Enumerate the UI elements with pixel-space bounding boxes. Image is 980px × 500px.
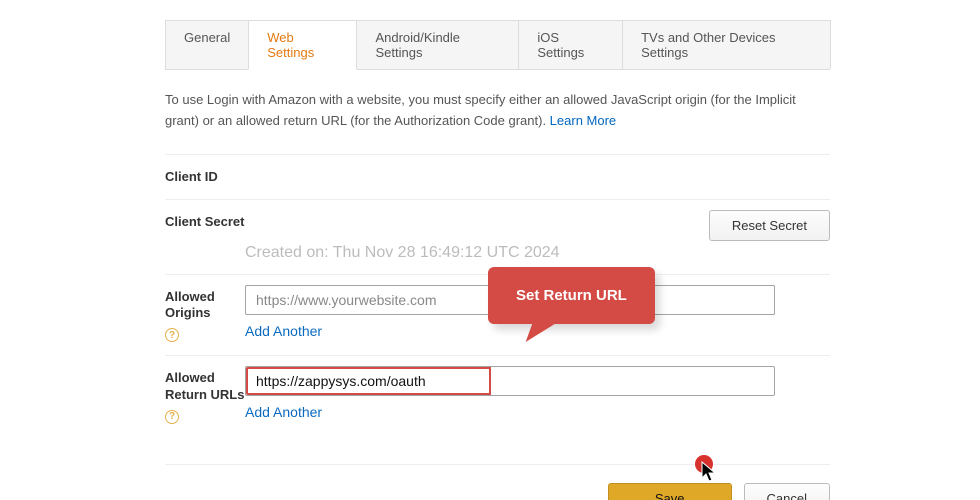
allowed-return-urls-add-another[interactable]: Add Another <box>245 404 830 420</box>
row-allowed-return-urls: Allowed Return URLs ? Add Another <box>165 355 830 436</box>
tab-ios[interactable]: iOS Settings <box>518 20 623 69</box>
tab-general[interactable]: General <box>165 20 249 69</box>
tab-tvs-other[interactable]: TVs and Other Devices Settings <box>622 20 831 69</box>
tab-android-kindle[interactable]: Android/Kindle Settings <box>356 20 519 69</box>
allowed-return-urls-input[interactable] <box>246 367 491 395</box>
row-allowed-origins: Allowed Origins ? Add Another Set Return… <box>165 274 830 355</box>
row-client-id: Client ID <box>165 154 830 199</box>
allowed-return-urls-input-wrap <box>245 366 775 396</box>
client-id-label: Client ID <box>165 165 245 186</box>
allowed-return-urls-label-block: Allowed Return URLs ? <box>165 366 245 424</box>
allowed-origins-add-another[interactable]: Add Another <box>245 323 830 339</box>
cancel-button[interactable]: Cancel <box>744 483 830 500</box>
client-id-value <box>245 165 830 187</box>
allowed-origins-label: Allowed Origins <box>165 289 215 321</box>
reset-secret-button[interactable]: Reset Secret <box>709 210 830 241</box>
tabs-bar: General Web Settings Android/Kindle Sett… <box>165 20 830 70</box>
footer-buttons: Save Cancel <box>165 464 830 500</box>
help-icon[interactable]: ? <box>165 328 179 342</box>
save-button[interactable]: Save <box>608 483 732 500</box>
client-secret-label: Client Secret <box>165 210 245 231</box>
row-client-secret: Client Secret Created on: Thu Nov 28 16:… <box>165 199 830 274</box>
help-icon[interactable]: ? <box>165 410 179 424</box>
created-on-text: Created on: Thu Nov 28 16:49:12 UTC 2024 <box>245 244 695 262</box>
tab-web-settings[interactable]: Web Settings <box>248 20 357 70</box>
allowed-return-urls-label: Allowed Return URLs <box>165 370 244 402</box>
client-secret-value <box>245 210 695 232</box>
allowed-origins-label-block: Allowed Origins ? <box>165 285 245 343</box>
intro-text-block: To use Login with Amazon with a website,… <box>165 90 830 132</box>
allowed-origins-input[interactable] <box>245 285 775 315</box>
input-spacer <box>491 367 774 395</box>
intro-text: To use Login with Amazon with a website,… <box>165 92 796 128</box>
learn-more-link[interactable]: Learn More <box>550 113 616 128</box>
